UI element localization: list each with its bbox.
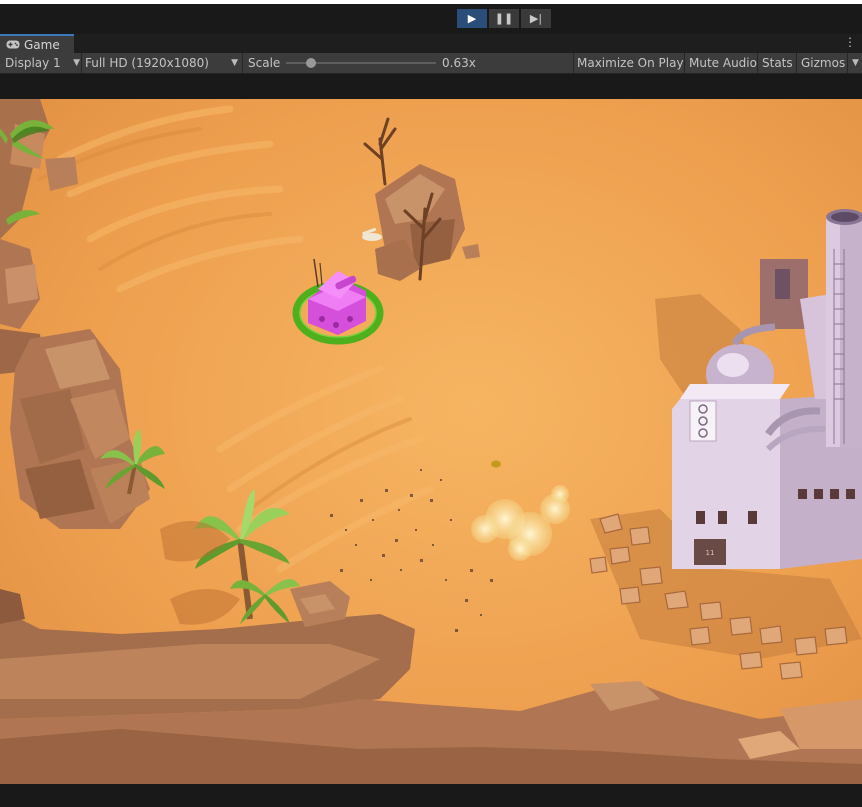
divider: [242, 53, 243, 73]
resolution-dropdown[interactable]: Full HD (1920x1080) ▼: [85, 53, 238, 73]
resolution-dropdown-label: Full HD (1920x1080): [85, 56, 209, 70]
projectile: [491, 460, 501, 468]
maximize-on-play-toggle[interactable]: Maximize On Play: [577, 53, 684, 73]
tab-bar: Game ⋮: [0, 34, 862, 53]
divider: [796, 53, 797, 73]
factory-door-number: 11: [706, 549, 715, 557]
game-scene: 11: [0, 99, 862, 784]
tab-menu-icon[interactable]: ⋮: [844, 35, 856, 49]
stats-toggle[interactable]: Stats: [762, 53, 793, 73]
chevron-down-icon: ▼: [231, 58, 238, 68]
display-dropdown-label: Display 1: [5, 56, 61, 70]
divider: [757, 53, 758, 73]
chevron-down-icon: ▼: [73, 58, 80, 68]
play-button[interactable]: ▶: [457, 9, 487, 28]
step-icon: ▶|: [529, 12, 543, 25]
chevron-down-icon: ▼: [852, 58, 859, 68]
game-view-letterbox-top: [0, 74, 862, 99]
gizmos-dropdown[interactable]: ▼: [852, 53, 859, 73]
mute-audio-toggle[interactable]: Mute Audio: [689, 53, 757, 73]
divider: [684, 53, 685, 73]
step-button[interactable]: ▶|: [521, 9, 551, 28]
divider: [81, 53, 82, 73]
game-view-toolbar: Display 1 ▼ Full HD (1920x1080) ▼ Scale …: [0, 53, 862, 74]
play-icon: ▶: [467, 12, 477, 25]
scale-value: 0.63x: [442, 56, 476, 70]
play-toolbar: ▶ ❚❚ ▶|: [0, 4, 862, 34]
scale-slider-handle[interactable]: [306, 58, 316, 68]
gamepad-icon: [6, 40, 20, 49]
display-dropdown[interactable]: Display 1 ▼: [5, 53, 80, 73]
divider: [573, 53, 574, 73]
scale-label: Scale: [248, 56, 281, 70]
game-view-letterbox-bottom: [0, 784, 862, 807]
gizmos-toggle[interactable]: Gizmos: [801, 53, 845, 73]
tab-game-label: Game: [24, 37, 60, 52]
tab-game[interactable]: Game: [0, 34, 74, 53]
game-viewport[interactable]: 11: [0, 99, 862, 784]
pause-button[interactable]: ❚❚: [489, 9, 519, 28]
pause-icon: ❚❚: [494, 12, 514, 25]
divider: [847, 53, 848, 73]
